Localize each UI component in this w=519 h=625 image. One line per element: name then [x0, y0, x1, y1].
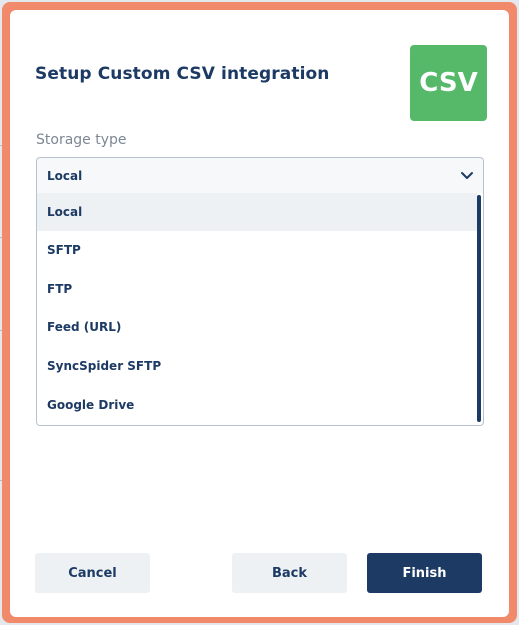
dropdown-option-ftp[interactable]: FTP: [37, 270, 477, 308]
cancel-button[interactable]: Cancel: [35, 553, 150, 593]
dropdown-option-sftp[interactable]: SFTP: [37, 231, 477, 269]
storage-type-label: Storage type: [36, 132, 127, 148]
storage-type-dropdown: Local SFTP FTP Feed (URL) SyncSpider SFT…: [36, 193, 484, 426]
storage-type-select[interactable]: Local: [36, 157, 484, 193]
dropdown-option-google-drive[interactable]: Google Drive: [37, 386, 477, 424]
storage-type-selected-value: Local: [47, 169, 83, 183]
integration-setup-modal: Setup Custom CSV integration CSV Storage…: [10, 10, 509, 617]
back-button[interactable]: Back: [232, 553, 347, 593]
finish-button[interactable]: Finish: [367, 553, 482, 593]
dropdown-option-syncspider-sftp[interactable]: SyncSpider SFTP: [37, 347, 477, 385]
csv-logo: CSV: [410, 45, 487, 121]
modal-title: Setup Custom CSV integration: [35, 64, 330, 84]
dropdown-scrollbar[interactable]: [477, 195, 481, 422]
dropdown-option-local[interactable]: Local: [37, 193, 477, 231]
chevron-down-icon[interactable]: [459, 167, 475, 183]
dropdown-option-feed-url[interactable]: Feed (URL): [37, 308, 477, 346]
